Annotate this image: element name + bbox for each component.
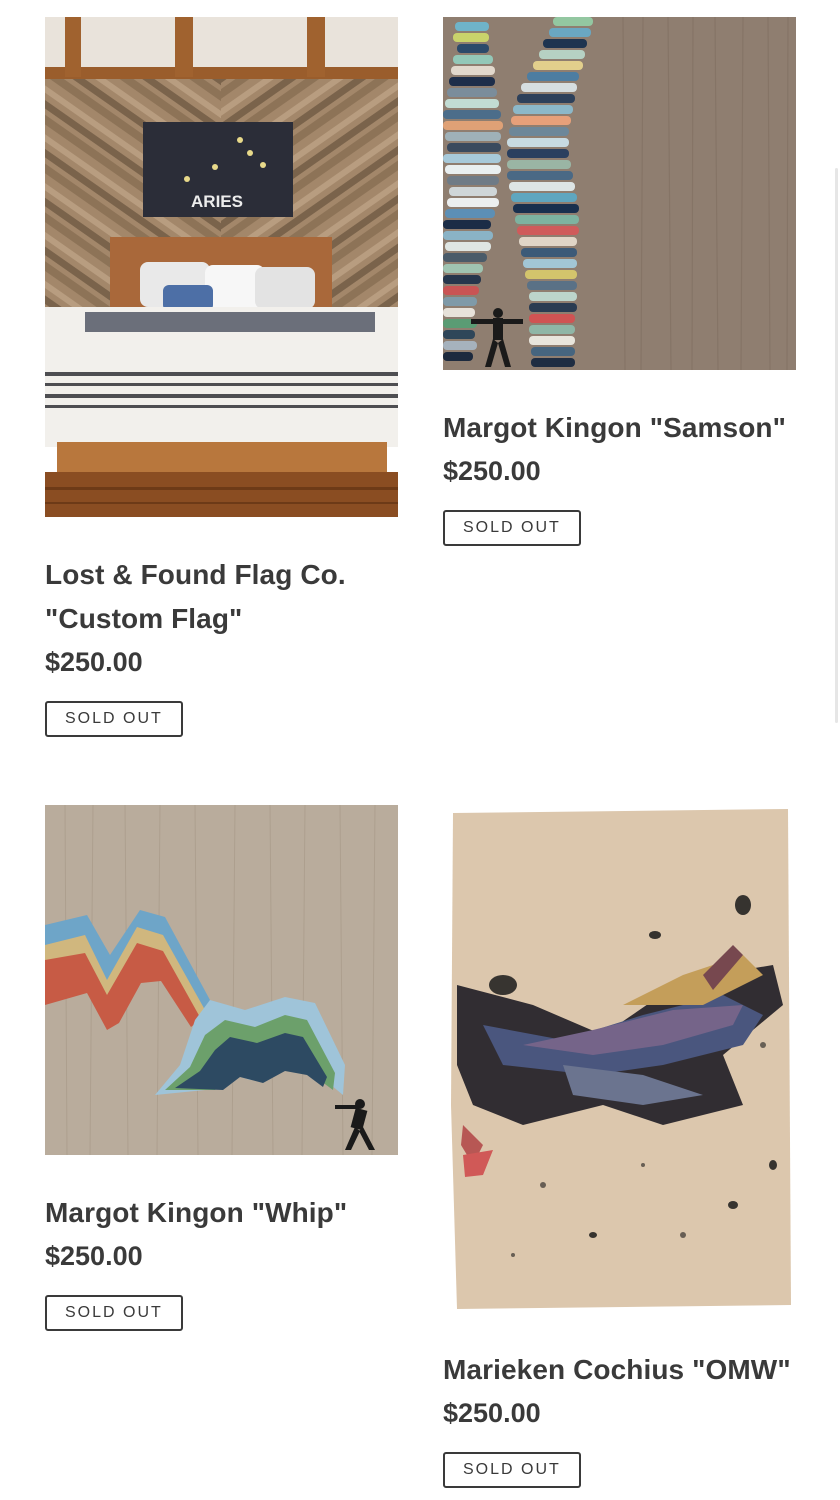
product-card-custom-flag[interactable]: ARIES Lost & Found Flag Co. "Custom Flag… <box>45 17 398 737</box>
sold-out-badge: SOLD OUT <box>45 1295 183 1331</box>
product-title-line-1[interactable]: Lost & Found Flag Co. <box>45 559 346 590</box>
product-card-samson[interactable]: Margot Kingon "Samson" $250.00 SOLD OUT <box>443 17 796 546</box>
flag-text: ARIES <box>191 192 243 211</box>
product-image-whip[interactable] <box>45 805 398 1155</box>
product-image-custom-flag[interactable]: ARIES <box>45 17 398 517</box>
product-price: $250.00 <box>443 456 541 486</box>
product-price: $250.00 <box>45 1241 143 1271</box>
product-card-omw[interactable]: Marieken Cochius "OMW" $250.00 SOLD OUT <box>443 805 796 1488</box>
sold-out-badge: SOLD OUT <box>443 510 581 546</box>
product-title-samson[interactable]: Margot Kingon "Samson" <box>443 406 796 450</box>
product-image-samson[interactable] <box>443 17 796 370</box>
sold-out-badge: SOLD OUT <box>443 1452 581 1488</box>
product-price: $250.00 <box>45 647 143 677</box>
product-title-line-2[interactable]: "Custom Flag" <box>45 603 242 634</box>
sold-out-badge: SOLD OUT <box>45 701 183 737</box>
product-price: $250.00 <box>443 1398 541 1428</box>
product-title-whip[interactable]: Margot Kingon "Whip" <box>45 1191 398 1235</box>
scrollbar[interactable] <box>835 168 838 723</box>
product-grid: ARIES Lost & Found Flag Co. "Custom Flag… <box>0 0 840 1500</box>
product-title-omw[interactable]: Marieken Cochius "OMW" <box>443 1348 796 1392</box>
product-image-omw[interactable] <box>443 805 796 1312</box>
product-card-whip[interactable]: Margot Kingon "Whip" $250.00 SOLD OUT <box>45 805 398 1331</box>
product-title-custom-flag[interactable]: Lost & Found Flag Co. "Custom Flag" <box>45 553 398 641</box>
